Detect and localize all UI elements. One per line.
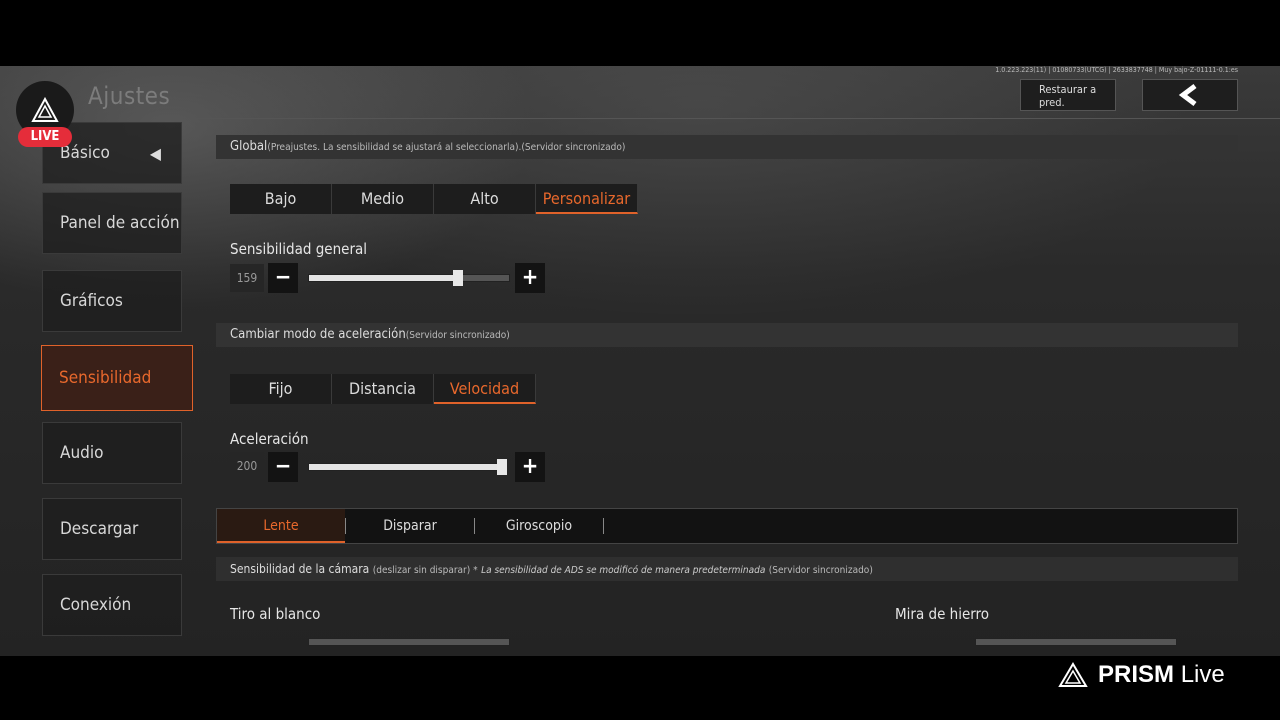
plus-icon: +: [521, 454, 539, 479]
sidebar-item-label: Conexión: [60, 595, 132, 615]
general-sensitivity-minus-button[interactable]: −: [268, 263, 298, 293]
slider-fill: [309, 275, 461, 281]
acceleration-minus-button[interactable]: −: [268, 452, 298, 482]
acceleration-mode-header: Cambiar modo de aceleración(Servidor sin…: [216, 323, 1238, 347]
section-note: (Servidor sincronizado): [405, 330, 510, 341]
general-sensitivity-label: Sensibilidad general: [230, 240, 368, 258]
mira-de-hierro-slider[interactable]: [975, 638, 1177, 646]
tab-giroscopio[interactable]: Giroscopio: [475, 509, 603, 543]
sidebar-item-conexion[interactable]: Conexión: [42, 574, 182, 636]
brand-text: PRISM Live: [1098, 661, 1225, 689]
section-title: Global: [230, 139, 268, 154]
preset-personalizar[interactable]: Personalizar: [536, 184, 638, 214]
prism-logo-icon: [1058, 662, 1088, 687]
minus-icon: −: [274, 265, 292, 290]
mira-de-hierro-label: Mira de hierro: [895, 605, 990, 623]
live-indicator: LIVE: [18, 127, 72, 147]
preset-selector: Bajo Medio Alto Personalizar: [230, 184, 638, 214]
preset-medio[interactable]: Medio: [332, 184, 434, 214]
sidebar-item-audio[interactable]: Audio: [42, 422, 182, 484]
tab-lente[interactable]: Lente: [217, 509, 345, 543]
general-sensitivity-value[interactable]: 159: [230, 264, 264, 292]
sidebar-item-label: Descargar: [60, 519, 139, 539]
prism-live-watermark: PRISM Live: [1058, 660, 1225, 690]
acceleration-mode-selector: Fijo Distancia Velocidad: [230, 374, 536, 404]
sidebar-item-panel-de-accion[interactable]: Panel de acción: [42, 192, 182, 254]
section-note: (Servidor sincronizado): [768, 565, 873, 576]
mode-velocidad[interactable]: Velocidad: [434, 374, 536, 404]
live-badge: LIVE: [16, 81, 74, 149]
chevron-left-icon: ◀: [149, 143, 161, 163]
slider-fill: [309, 464, 505, 470]
tiro-al-blanco-slider[interactable]: [308, 638, 510, 646]
page-title: Ajustes: [88, 82, 171, 110]
sidebar-item-label: Gráficos: [60, 291, 123, 311]
preset-alto[interactable]: Alto: [434, 184, 536, 214]
restore-defaults-button[interactable]: Restaurar a pred.: [1020, 79, 1116, 111]
brand-light: Live: [1180, 661, 1225, 688]
header-divider: [196, 118, 1280, 119]
sensitivity-tabs: Lente Disparar Giroscopio: [216, 508, 1238, 544]
sidebar-item-label: Sensibilidad: [59, 368, 152, 388]
section-title: Cambiar modo de aceleración: [230, 327, 406, 342]
tab-divider: [603, 518, 604, 534]
back-button[interactable]: [1142, 79, 1238, 111]
version-info: 1.0.223.223(11) | 01080733(UTCG) | 26338…: [995, 66, 1238, 74]
sidebar-item-descargar[interactable]: Descargar: [42, 498, 182, 560]
section-note: (Preajustes. La sensibilidad se ajustará…: [267, 142, 626, 153]
mode-fijo[interactable]: Fijo: [230, 374, 332, 404]
chevron-left-icon: [1178, 84, 1197, 106]
sidebar-item-label: Audio: [60, 443, 104, 463]
general-sensitivity-slider[interactable]: [308, 270, 510, 286]
acceleration-slider[interactable]: [308, 459, 507, 475]
acceleration-label: Aceleración: [230, 430, 309, 448]
ads-note: La sensibilidad de ADS se modificó de ma…: [481, 565, 766, 576]
sidebar-item-sensibilidad[interactable]: Sensibilidad: [41, 345, 193, 411]
mode-distancia[interactable]: Distancia: [332, 374, 434, 404]
game-settings-screen: Ajustes 1.0.223.223(11) | 01080733(UTCG)…: [0, 66, 1280, 656]
preset-bajo[interactable]: Bajo: [230, 184, 332, 214]
plus-icon: +: [521, 265, 539, 290]
brand-bold: PRISM: [1098, 661, 1175, 688]
minus-icon: −: [274, 454, 292, 479]
section-title: Sensibilidad de la cámara: [230, 562, 370, 576]
acceleration-value[interactable]: 200: [230, 452, 264, 480]
general-sensitivity-plus-button[interactable]: +: [515, 263, 545, 293]
slider-thumb[interactable]: [453, 270, 463, 286]
global-section-header: Global(Preajustes. La sensibilidad se aj…: [216, 135, 1238, 159]
sidebar-item-label: Panel de acción: [60, 213, 180, 233]
slider-thumb[interactable]: [497, 459, 507, 475]
camera-sensitivity-header: Sensibilidad de la cámara (deslizar sin …: [216, 557, 1238, 581]
section-note: (deslizar sin disparar) *: [372, 565, 478, 576]
tiro-al-blanco-label: Tiro al blanco: [230, 605, 321, 623]
tab-disparar[interactable]: Disparar: [346, 509, 474, 543]
acceleration-plus-button[interactable]: +: [515, 452, 545, 482]
sidebar-item-graficos[interactable]: Gráficos: [42, 270, 182, 332]
